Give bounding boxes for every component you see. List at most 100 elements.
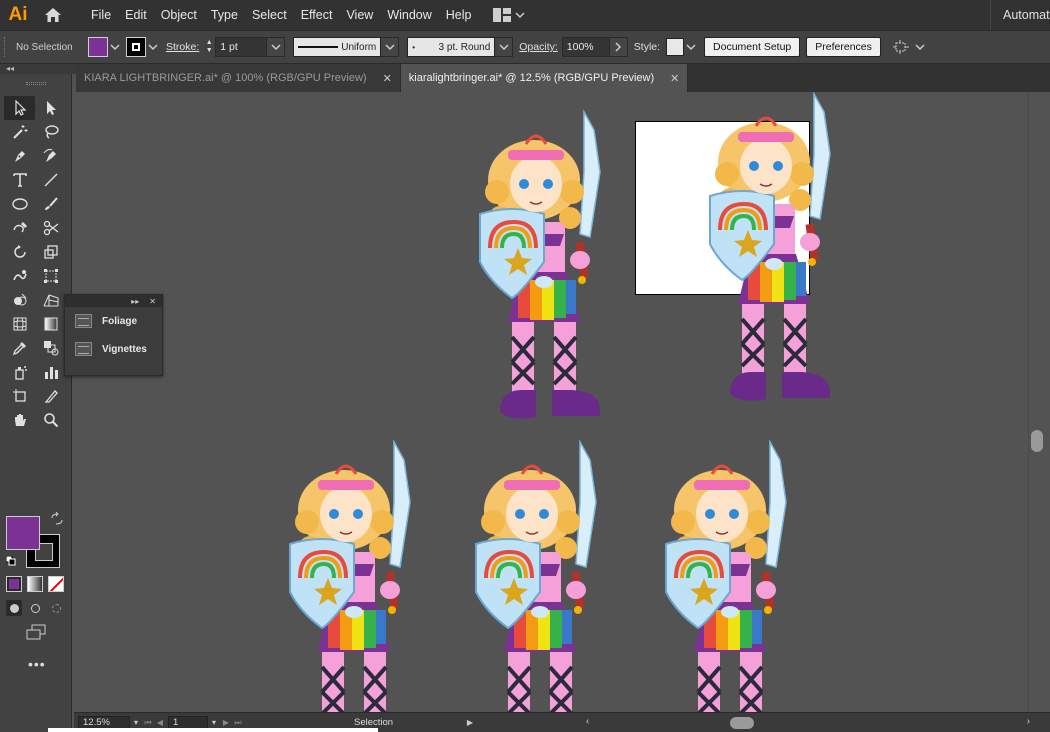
zoom-icon[interactable] (35, 408, 66, 432)
close-icon[interactable]: ✕ (149, 297, 156, 306)
vertical-scroll-thumb[interactable] (1031, 430, 1043, 452)
scroll-right-arrow[interactable]: › (1027, 716, 1030, 727)
screen-mode-icon[interactable] (26, 624, 46, 643)
pen-icon[interactable] (4, 144, 35, 168)
zoom-dropdown[interactable]: ▾ (130, 718, 142, 727)
curvature-icon[interactable] (35, 144, 66, 168)
default-colors-icon[interactable] (6, 556, 16, 566)
draw-normal-icon[interactable] (6, 600, 22, 616)
type-icon[interactable] (4, 168, 35, 192)
opacity-label[interactable]: Opacity: (519, 41, 558, 53)
previous-artboard-button[interactable]: ◀ (154, 718, 166, 727)
document-canvas[interactable] (74, 92, 1028, 712)
style-dropdown[interactable] (684, 37, 698, 57)
brush-definition[interactable]: • 3 pt. Round (407, 37, 496, 57)
stroke-weight-field[interactable]: 1 pt (215, 37, 268, 57)
fill-swatch[interactable] (88, 37, 108, 57)
character-figure[interactable] (708, 92, 832, 403)
ellipse-icon[interactable] (4, 192, 35, 216)
draw-behind-icon[interactable] (27, 600, 43, 616)
menu-object[interactable]: Object (154, 0, 204, 30)
gradient-icon[interactable] (35, 312, 66, 336)
character-figure[interactable] (478, 110, 602, 421)
menu-view[interactable]: View (339, 0, 380, 30)
perspective-grid-icon[interactable] (35, 288, 66, 312)
stroke-dropdown[interactable] (146, 37, 160, 57)
artboard-icon[interactable] (4, 384, 35, 408)
artboard-dropdown[interactable]: ▾ (208, 718, 220, 727)
hand-icon[interactable] (4, 408, 35, 432)
vertical-scrollbar[interactable] (1028, 92, 1050, 712)
gradient-mode-icon[interactable] (27, 576, 43, 592)
style-swatch[interactable] (666, 38, 685, 56)
scissors-icon[interactable] (35, 216, 66, 240)
slice-icon[interactable] (35, 384, 66, 408)
opacity-arrow[interactable] (609, 37, 628, 57)
menu-help[interactable]: Help (439, 0, 479, 30)
stroke-label[interactable]: Stroke: (166, 41, 199, 53)
first-artboard-button[interactable]: ⏮ (142, 718, 154, 728)
panel-header[interactable]: ▸▸ ✕ (65, 295, 162, 307)
tab-kiaralightbringer-12[interactable]: kiaralightbringer.ai* @ 12.5% (RGB/GPU P… (400, 64, 689, 92)
close-icon[interactable]: ✕ (670, 72, 679, 85)
magic-wand-icon[interactable] (4, 120, 35, 144)
shaper-icon[interactable] (4, 216, 35, 240)
menu-file[interactable]: File (84, 0, 118, 30)
panel-item-vignettes[interactable]: Vignettes (65, 335, 162, 363)
mesh-icon[interactable] (4, 312, 35, 336)
symbol-sprayer-icon[interactable] (4, 360, 35, 384)
workspace-switcher[interactable]: Automatic (990, 0, 1050, 30)
free-transform-icon[interactable] (35, 264, 66, 288)
column-graph-icon[interactable] (35, 360, 66, 384)
status-menu-arrow[interactable]: ▶ (464, 718, 476, 727)
profile-dropdown[interactable] (381, 37, 400, 57)
brush-dropdown[interactable] (495, 37, 514, 57)
menu-type[interactable]: Type (204, 0, 245, 30)
eyedropper-icon[interactable] (4, 336, 35, 360)
color-mode-icon[interactable] (6, 576, 22, 592)
menu-effect[interactable]: Effect (294, 0, 340, 30)
home-icon[interactable] (38, 0, 68, 30)
control-bar-grip[interactable] (4, 37, 10, 57)
last-artboard-button[interactable]: ⏭ (232, 718, 244, 728)
horizontal-scroll-thumb[interactable] (730, 717, 754, 729)
opacity-field[interactable]: 100% (561, 37, 610, 57)
fill-dropdown[interactable] (108, 37, 122, 57)
character-figure[interactable] (288, 440, 412, 712)
preferences-button[interactable]: Preferences (806, 37, 881, 57)
next-artboard-button[interactable]: ▶ (220, 718, 232, 727)
none-mode-icon[interactable] (48, 576, 64, 592)
edit-toolbar-icon[interactable]: ••• (28, 656, 46, 672)
blend-icon[interactable] (35, 336, 66, 360)
expand-icon[interactable]: ▸▸ (131, 297, 139, 306)
draw-inside-icon[interactable] (48, 600, 64, 616)
document-setup-button[interactable]: Document Setup (704, 37, 801, 57)
stroke-swatch[interactable] (126, 37, 146, 57)
paintbrush-icon[interactable] (35, 192, 66, 216)
variable-width-profile[interactable]: Uniform (293, 37, 382, 57)
rotate-icon[interactable] (4, 240, 35, 264)
warp-icon[interactable] (4, 264, 35, 288)
swap-colors-icon[interactable] (50, 512, 64, 526)
fill-stroke-widget[interactable] (6, 512, 66, 572)
arrange-documents-button[interactable] (492, 8, 525, 22)
lasso-icon[interactable] (35, 120, 66, 144)
scroll-left-arrow[interactable]: ‹ (586, 716, 589, 727)
panel-item-foliage[interactable]: Foliage (65, 307, 162, 335)
horizontal-scrollbar[interactable]: ‹ › (586, 716, 1030, 729)
line-icon[interactable] (35, 168, 66, 192)
fill-color-box[interactable] (6, 516, 40, 550)
scale-icon[interactable] (35, 240, 66, 264)
arrange-icon[interactable] (889, 37, 913, 57)
shape-builder-icon[interactable] (4, 288, 35, 312)
selection-tool-icon[interactable] (4, 96, 35, 120)
panel-collapse-toggle[interactable]: ◂◂ (0, 64, 76, 74)
stroke-stepper[interactable]: ▲ ▼ (203, 37, 215, 57)
toolbar-grip[interactable] (26, 82, 46, 85)
character-figure[interactable] (664, 440, 788, 712)
character-figure[interactable] (474, 440, 598, 712)
direct-selection-tool-icon[interactable] (35, 96, 66, 120)
menu-select[interactable]: Select (245, 0, 294, 30)
tab-kiara-lightbringer-100[interactable]: KIARA LIGHTBRINGER.ai* @ 100% (RGB/GPU P… (76, 64, 401, 92)
stroke-weight-dropdown[interactable] (267, 37, 286, 57)
